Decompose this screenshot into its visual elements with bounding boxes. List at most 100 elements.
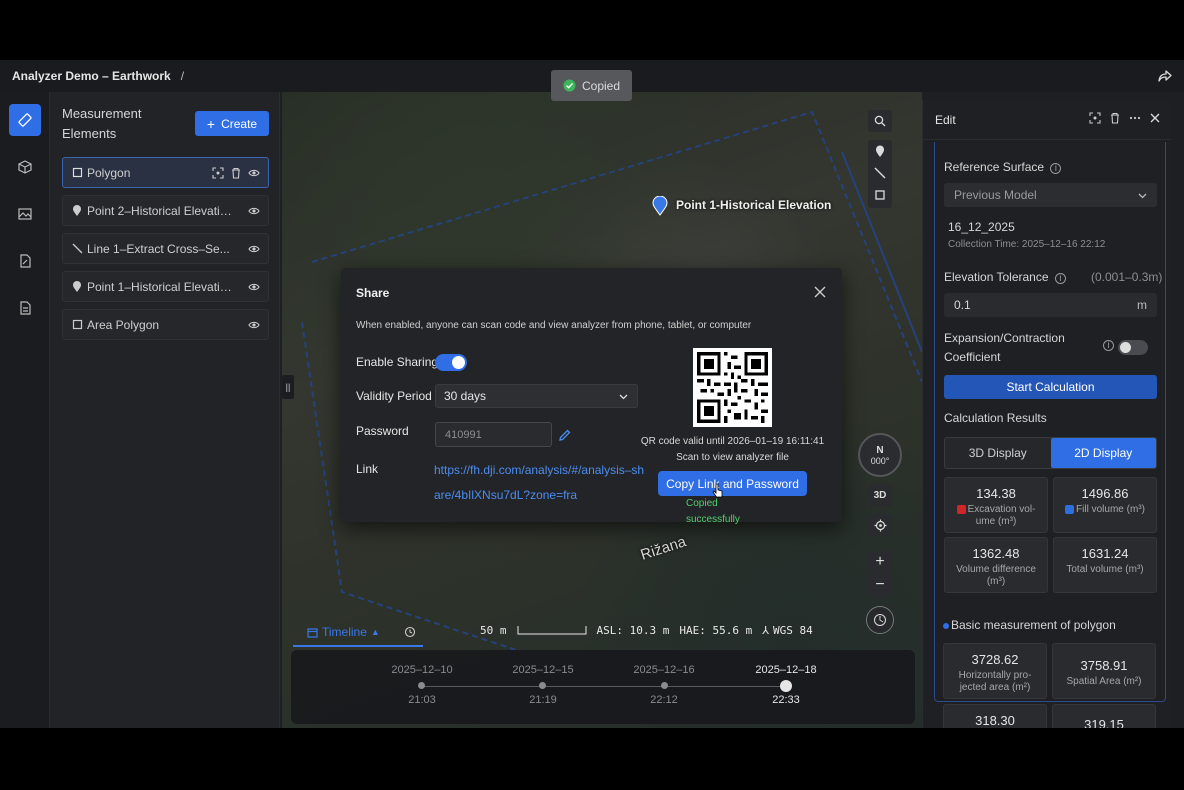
expansion-label: Expansion/Contraction Coefficient	[944, 331, 1065, 364]
eye-icon[interactable]	[248, 243, 260, 255]
qr-scan-hint: Scan to view analyzer file	[676, 452, 789, 463]
measurement-panel: Measurement Elements + Create Polygon Po…	[50, 92, 280, 728]
excavation-swatch	[956, 504, 966, 514]
display-toggle: 3D Display 2D Display	[944, 437, 1157, 469]
compass[interactable]: N 000°	[858, 433, 902, 477]
timeline-point[interactable]: 2025–12–16 22:12	[624, 664, 704, 706]
panel-heading: Measurement Elements	[62, 106, 142, 141]
info-icon[interactable]: i	[1054, 273, 1066, 284]
map-pin-icon[interactable]	[652, 196, 668, 216]
tab-2d-display[interactable]: 2D Display	[1050, 438, 1156, 468]
timeline-point[interactable]: 2025–12–15 21:19	[503, 664, 583, 706]
more-icon[interactable]	[1129, 112, 1141, 124]
reference-label: Reference Surface i	[944, 160, 1062, 174]
eye-icon[interactable]	[248, 281, 260, 293]
password-field[interactable]: 410991	[435, 422, 552, 447]
expansion-toggle[interactable]	[1118, 340, 1148, 355]
stat-value: 319.15	[1084, 717, 1124, 728]
locate-button[interactable]	[868, 514, 892, 536]
close-icon[interactable]	[813, 285, 827, 299]
tab-3d-display[interactable]: 3D Display	[945, 438, 1051, 468]
list-item[interactable]: Area Polygon	[62, 309, 269, 340]
add-polygon-tool[interactable]	[868, 184, 892, 206]
tolerance-unit: m	[1137, 298, 1147, 312]
focus-icon[interactable]	[212, 167, 224, 179]
ruler-icon	[18, 113, 32, 127]
edit-header: Edit	[923, 100, 1171, 140]
copy-link-button[interactable]: Copy Link and Password	[658, 471, 807, 496]
list-item[interactable]: Point 2–Historical Elevation	[62, 195, 269, 226]
bullet-icon	[943, 622, 949, 629]
basic-label-text: Basic measurement of polygon	[951, 618, 1116, 632]
info-icon[interactable]: i	[1103, 340, 1114, 351]
toggle-3d-button[interactable]: 3D	[868, 484, 892, 506]
reference-label-text: Reference Surface	[944, 160, 1045, 174]
zoom-in-button[interactable]: +	[868, 551, 892, 573]
list-item[interactable]: Line 1–Extract Cross–Se...	[62, 233, 269, 264]
qr-code	[693, 348, 772, 427]
map-point-label: Point 1-Historical Elevation	[676, 198, 832, 212]
timeline-time: 22:12	[650, 694, 678, 706]
stat-spatial-perimeter: 319.15	[1052, 704, 1156, 728]
create-button[interactable]: + Create	[195, 111, 269, 136]
eye-icon[interactable]	[248, 205, 260, 217]
add-point-tool[interactable]	[868, 140, 892, 162]
polygon-icon	[71, 167, 83, 179]
timeline-track	[421, 686, 786, 687]
polygon-icon	[71, 319, 83, 331]
enable-sharing-label: Enable Sharing	[356, 355, 439, 369]
trash-icon[interactable]	[230, 167, 242, 179]
stat-label-text: Excavation vol- ume (m³)	[967, 504, 1036, 527]
close-icon[interactable]	[1149, 112, 1161, 124]
timeline-date: 2025–12–10	[391, 664, 453, 676]
share-icon[interactable]	[1156, 67, 1174, 85]
start-calculation-button[interactable]: Start Calculation	[944, 375, 1157, 399]
search-tool[interactable]	[868, 110, 892, 132]
list-item[interactable]: Polygon	[62, 157, 269, 188]
timeline-time: 21:19	[529, 694, 557, 706]
panel-collapse-handle[interactable]: ||	[282, 375, 294, 399]
timeline-panel: 2025–12–10 21:03 2025–12–15 21:19 2025–12–…	[291, 650, 915, 724]
collection-time: Collection Time: 2025–12–16 22:12	[948, 239, 1106, 250]
stat-excavation: 134.38 Excavation vol- ume (m³)	[944, 477, 1048, 533]
qr-valid-until: QR code valid until 2026–01–19 16:11:41	[640, 436, 825, 447]
pencil-icon[interactable]	[558, 428, 572, 442]
stat-value: 1496.86	[1081, 486, 1129, 501]
share-link[interactable]: https://fh.dji.com/analysis/#/analysis–s…	[434, 458, 649, 508]
timeline-time: 21:03	[408, 694, 436, 706]
timeline-tab[interactable]: Timeline ▲	[293, 619, 423, 647]
tolerance-input[interactable]: 0.1 m	[944, 293, 1157, 317]
list-item-label: Polygon	[87, 165, 131, 180]
focus-icon[interactable]	[1089, 112, 1101, 124]
rail-measure[interactable]	[9, 104, 41, 136]
eye-icon[interactable]	[248, 319, 260, 331]
left-rail	[0, 92, 50, 728]
rail-images[interactable]	[9, 198, 41, 230]
polygon-icon	[875, 190, 885, 200]
zoom-out-button[interactable]: −	[868, 574, 892, 596]
tolerance-label: Elevation Tolerance i	[944, 270, 1066, 284]
enable-sharing-toggle[interactable]	[435, 354, 467, 371]
list-item[interactable]: Point 1–Historical Elevation	[62, 271, 269, 302]
edit-panel: Edit Reference Surface i Previous Model …	[922, 100, 1171, 728]
trash-icon[interactable]	[1109, 112, 1121, 124]
rail-model[interactable]	[9, 151, 41, 183]
history-search-icon[interactable]	[404, 626, 416, 638]
info-icon[interactable]: i	[1050, 163, 1062, 174]
line-icon	[71, 243, 83, 255]
timeline-point-current[interactable]: 2025–12–18 22:33	[746, 664, 826, 706]
pin-icon	[876, 145, 884, 157]
rail-report[interactable]	[9, 292, 41, 324]
stat-value: 1631.24	[1081, 546, 1129, 561]
stat-label-text: Fill volume (m³)	[1076, 504, 1145, 515]
validity-label: Validity Period	[356, 389, 432, 403]
validity-select[interactable]: 30 days	[435, 384, 638, 408]
stat-value: 3758.91	[1080, 658, 1128, 673]
orbit-button[interactable]	[866, 606, 894, 634]
rail-annotate[interactable]	[9, 245, 41, 277]
reference-select[interactable]: Previous Model	[944, 183, 1157, 207]
add-line-tool[interactable]	[868, 162, 892, 184]
eye-icon[interactable]	[248, 167, 260, 179]
list-item-label: Area Polygon	[87, 317, 160, 332]
timeline-point[interactable]: 2025–12–10 21:03	[382, 664, 462, 706]
